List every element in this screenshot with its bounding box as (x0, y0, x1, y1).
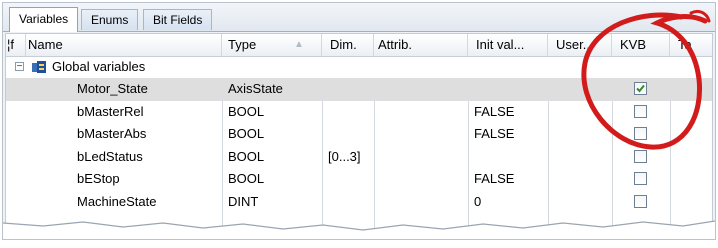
cell-dim (322, 78, 328, 101)
cell-dim: [0...3] (328, 148, 361, 164)
column-header-init-value[interactable]: Init val... (468, 34, 548, 56)
cell-init-value: FALSE (474, 171, 515, 186)
checkmark-icon (636, 84, 645, 93)
table-row[interactable]: Motor_State AxisState (6, 78, 712, 101)
group-label: Global variables (52, 59, 146, 74)
variables-grid: ¦f Name Type ▲ Dim. Attrib. Init val... … (5, 33, 713, 239)
table-row[interactable]: MachineState DINT 0 (6, 191, 712, 214)
column-header-attrib[interactable]: Attrib. (374, 34, 468, 56)
column-header-row: ¦f Name Type ▲ Dim. Attrib. Init val... … (6, 34, 712, 57)
table-row[interactable]: bMasterAbs BOOL FALSE (6, 123, 712, 146)
column-header-type[interactable]: Type ▲ (222, 34, 322, 56)
cell-init-value (468, 146, 474, 169)
cell-type: AxisState (228, 81, 283, 96)
cell-dim (322, 101, 328, 124)
table-row[interactable]: bLedStatus BOOL [0...3] (6, 146, 712, 169)
cell-dim (322, 168, 328, 191)
variable-rows: Motor_State AxisState bMasterRel BOOL FA… (6, 78, 712, 213)
column-header-dim[interactable]: Dim. (322, 34, 374, 56)
column-header-flags[interactable]: ¦f (6, 34, 26, 56)
cell-type: DINT (228, 193, 259, 209)
cell-init-value (468, 78, 474, 101)
cell-type: BOOL (228, 103, 265, 119)
column-header-kvb[interactable]: KVB (612, 34, 670, 56)
cell-init-value: FALSE (474, 126, 515, 141)
column-header-type-label: Type (228, 37, 257, 52)
cell-name: bMasterAbs (77, 126, 147, 141)
tab-enums[interactable]: Enums (81, 9, 139, 30)
kvb-checkbox[interactable] (634, 194, 647, 208)
kvb-checkbox[interactable] (634, 172, 647, 185)
cell-type: BOOL (228, 148, 265, 164)
cell-dim (322, 123, 328, 146)
table-row[interactable]: bMasterRel BOOL FALSE (6, 101, 712, 124)
cell-dim (322, 191, 328, 214)
column-header-name[interactable]: Name (26, 34, 222, 56)
cell-name: MachineState (77, 193, 157, 209)
cell-name: Motor_State (77, 81, 148, 96)
tab-variables[interactable]: Variables (9, 7, 79, 32)
tab-bit-fields[interactable]: Bit Fields (143, 9, 213, 30)
column-header-user[interactable]: User... (548, 34, 612, 56)
kvb-checkbox[interactable] (634, 82, 647, 95)
kvb-checkbox[interactable] (634, 149, 647, 163)
sort-ascending-icon: ▲ (294, 39, 304, 50)
global-variables-icon (32, 61, 46, 73)
cell-name: bLedStatus (77, 148, 143, 164)
kvb-checkbox[interactable] (634, 127, 647, 140)
cell-init-value: FALSE (474, 103, 515, 119)
group-row-global-variables[interactable]: − Global variables (6, 57, 712, 78)
cell-type: BOOL (228, 126, 265, 141)
cell-init-value: 0 (474, 193, 482, 209)
collapse-icon[interactable]: − (15, 62, 24, 72)
tab-strip: Variables Enums Bit Fields (3, 3, 715, 32)
cell-type: BOOL (228, 171, 265, 186)
cell-name: bMasterRel (77, 103, 144, 119)
kvb-checkbox[interactable] (634, 104, 647, 118)
cell-name: bEStop (77, 171, 120, 186)
column-header-tag[interactable]: Ta (670, 34, 715, 56)
variables-editor-window: Variables Enums Bit Fields ¦f Name Type … (2, 2, 716, 240)
table-row[interactable]: bEStop BOOL FALSE (6, 168, 712, 191)
